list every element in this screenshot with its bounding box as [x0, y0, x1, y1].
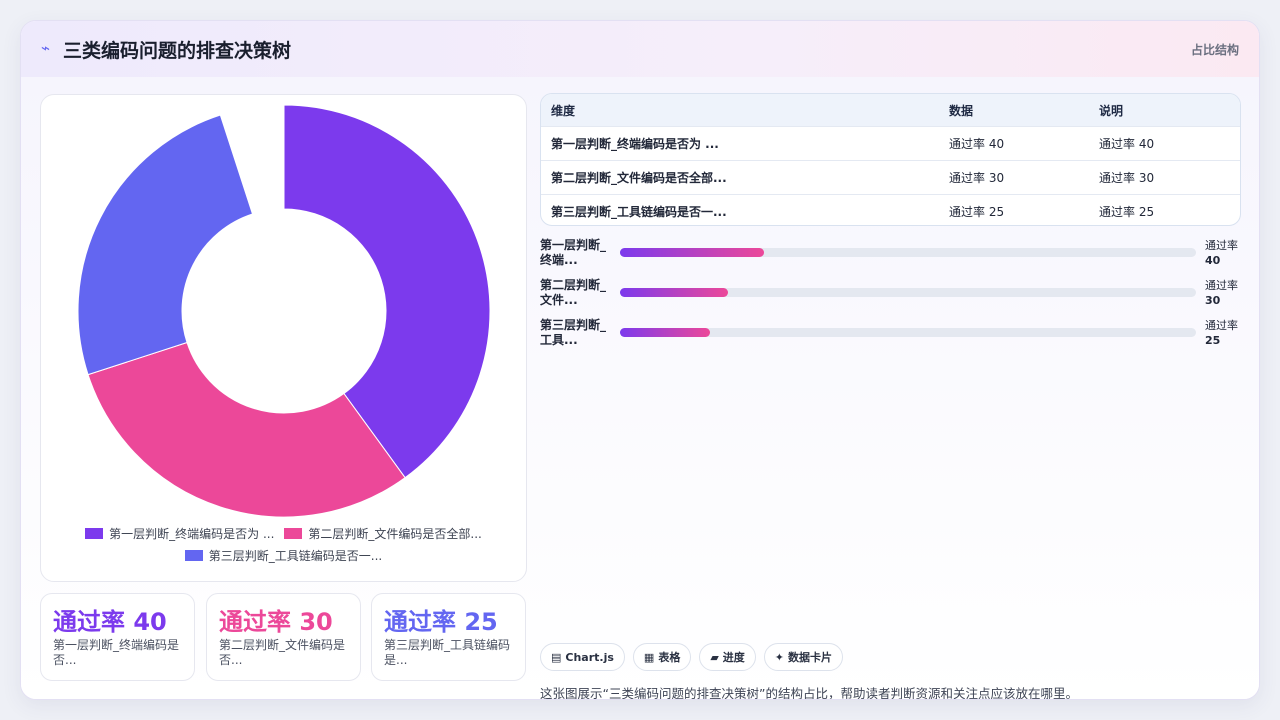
table-cell: 第三层判断_工具链编码是否一...	[551, 205, 727, 219]
chip-data-card[interactable]: ✦ 数据卡片	[763, 643, 844, 671]
table-cell: 通过率 25	[1099, 205, 1155, 219]
stat-label: 第二层判断_文件编码是否...	[219, 638, 346, 667]
sparkle-icon: ✦	[774, 650, 785, 664]
donut-slice[interactable]	[77, 114, 254, 376]
progress-track	[620, 288, 1196, 297]
legend-swatch	[85, 527, 104, 539]
content: 第一层判断_终端编码是否为 ... 第二层判断_文件编码是否全部... 第三层判…	[21, 77, 1259, 699]
table-cell: 通过率 40	[949, 137, 1005, 151]
progress-label: 第二层判断_文件...	[540, 278, 607, 307]
chip-label: 数据卡片	[788, 651, 833, 664]
stat-card: 通过率 30 第二层判断_文件编码是否...	[206, 593, 361, 681]
table-cell: 通过率 25	[949, 205, 1005, 219]
progress-value-number: 30	[1205, 294, 1221, 307]
progress-label: 第三层判断_工具...	[540, 318, 607, 347]
table-row: 第一层判断_终端编码是否为 ... 通过率 40 通过率 40	[541, 126, 1240, 160]
legend-swatch	[184, 549, 203, 561]
table-header-row: 维度 数据 说明	[541, 94, 1240, 126]
header: ⌁ 三类编码问题的排查决策树 占比结构	[21, 21, 1259, 77]
progress-row: 第二层判断_文件... 通过率 30	[540, 278, 1245, 312]
donut-chart	[77, 104, 491, 518]
progress-row: 第一层判断_终端... 通过率 40	[540, 238, 1245, 272]
column-header: 说明	[1099, 103, 1124, 118]
progress-fill	[620, 248, 764, 257]
chip-label: 表格	[658, 651, 681, 664]
table-cell: 通过率 40	[1099, 137, 1155, 151]
progress-value-prefix: 通过率	[1205, 239, 1238, 252]
main-card: ⌁ 三类编码问题的排查决策树 占比结构 第一层判断_终端编码是否为 ... 第二…	[20, 20, 1260, 700]
chart-legend: 第一层判断_终端编码是否为 ... 第二层判断_文件编码是否全部... 第三层判…	[41, 522, 526, 566]
progress-value-number: 25	[1205, 334, 1221, 347]
progress-row: 第三层判断_工具... 通过率 25	[540, 318, 1245, 352]
legend-swatch	[284, 527, 303, 539]
progress-value: 通过率 25	[1205, 318, 1249, 348]
tag-chips: ▤ Chart.js ▦ 表格 ▰ 进度 ✦ 数据卡片	[540, 643, 844, 671]
footer-description: 这张图展示“三类编码问题的排查决策树”的结构占比，帮助读者判断资源和关注点应该放…	[540, 686, 1078, 700]
progress-value-prefix: 通过率	[1205, 279, 1238, 292]
chip-table[interactable]: ▦ 表格	[632, 643, 692, 671]
data-table: 维度 数据 说明 第一层判断_终端编码是否为 ... 通过率 40 通过率 40…	[540, 93, 1241, 226]
stat-value: 通过率 40	[53, 608, 167, 636]
progress-fill	[620, 328, 710, 337]
table-cell: 通过率 30	[1099, 171, 1155, 185]
donut-slice[interactable]	[87, 341, 406, 518]
chip-label: Chart.js	[565, 650, 614, 664]
legend-item[interactable]: 第二层判断_文件编码是否全部...	[284, 525, 482, 542]
column-header: 数据	[949, 103, 974, 118]
table-icon: ▦	[643, 650, 655, 664]
legend-label: 第二层判断_文件编码是否全部...	[308, 526, 482, 541]
chart-icon: ▤	[551, 650, 562, 664]
legend-item[interactable]: 第一层判断_终端编码是否为 ...	[85, 525, 274, 542]
stat-value: 通过率 25	[384, 608, 498, 636]
progress-label: 第一层判断_终端...	[540, 238, 607, 267]
progress-track	[620, 328, 1196, 337]
table-cell: 通过率 30	[949, 171, 1005, 185]
progress-value: 通过率 40	[1205, 238, 1249, 268]
column-header: 维度	[551, 103, 576, 118]
stat-card: 通过率 25 第三层判断_工具链编码是...	[371, 593, 526, 681]
lightning-icon: ⌁	[41, 39, 51, 57]
chart-type-label: 占比结构	[1190, 43, 1239, 57]
legend-label: 第三层判断_工具链编码是否一...	[208, 548, 383, 563]
stat-card: 通过率 40 第一层判断_终端编码是否...	[40, 593, 195, 681]
progress-fill	[620, 288, 729, 297]
chip-chartjs[interactable]: ▤ Chart.js	[540, 643, 625, 671]
progress-value-prefix: 通过率	[1205, 319, 1238, 332]
progress-value-number: 40	[1205, 254, 1221, 267]
table-cell: 第一层判断_终端编码是否为 ...	[551, 137, 719, 151]
legend-label: 第一层判断_终端编码是否为 ...	[109, 526, 275, 541]
stat-value: 通过率 30	[219, 608, 333, 636]
chip-progress[interactable]: ▰ 进度	[699, 643, 756, 671]
legend-item[interactable]: 第三层判断_工具链编码是否一...	[184, 547, 383, 564]
page-title: 三类编码问题的排查决策树	[63, 40, 292, 62]
stat-label: 第一层判断_终端编码是否...	[53, 638, 180, 667]
table-row: 第二层判断_文件编码是否全部... 通过率 30 通过率 30	[541, 160, 1240, 194]
progress-track	[620, 248, 1196, 257]
table-cell: 第二层判断_文件编码是否全部...	[551, 171, 727, 185]
progress-value: 通过率 30	[1205, 278, 1249, 308]
progress-icon: ▰	[710, 650, 719, 664]
donut-chart-panel: 第一层判断_终端编码是否为 ... 第二层判断_文件编码是否全部... 第三层判…	[40, 94, 527, 582]
table-row: 第三层判断_工具链编码是否一... 通过率 25 通过率 25	[541, 194, 1240, 225]
chip-label: 进度	[722, 651, 745, 664]
stat-label: 第三层判断_工具链编码是...	[384, 638, 511, 667]
